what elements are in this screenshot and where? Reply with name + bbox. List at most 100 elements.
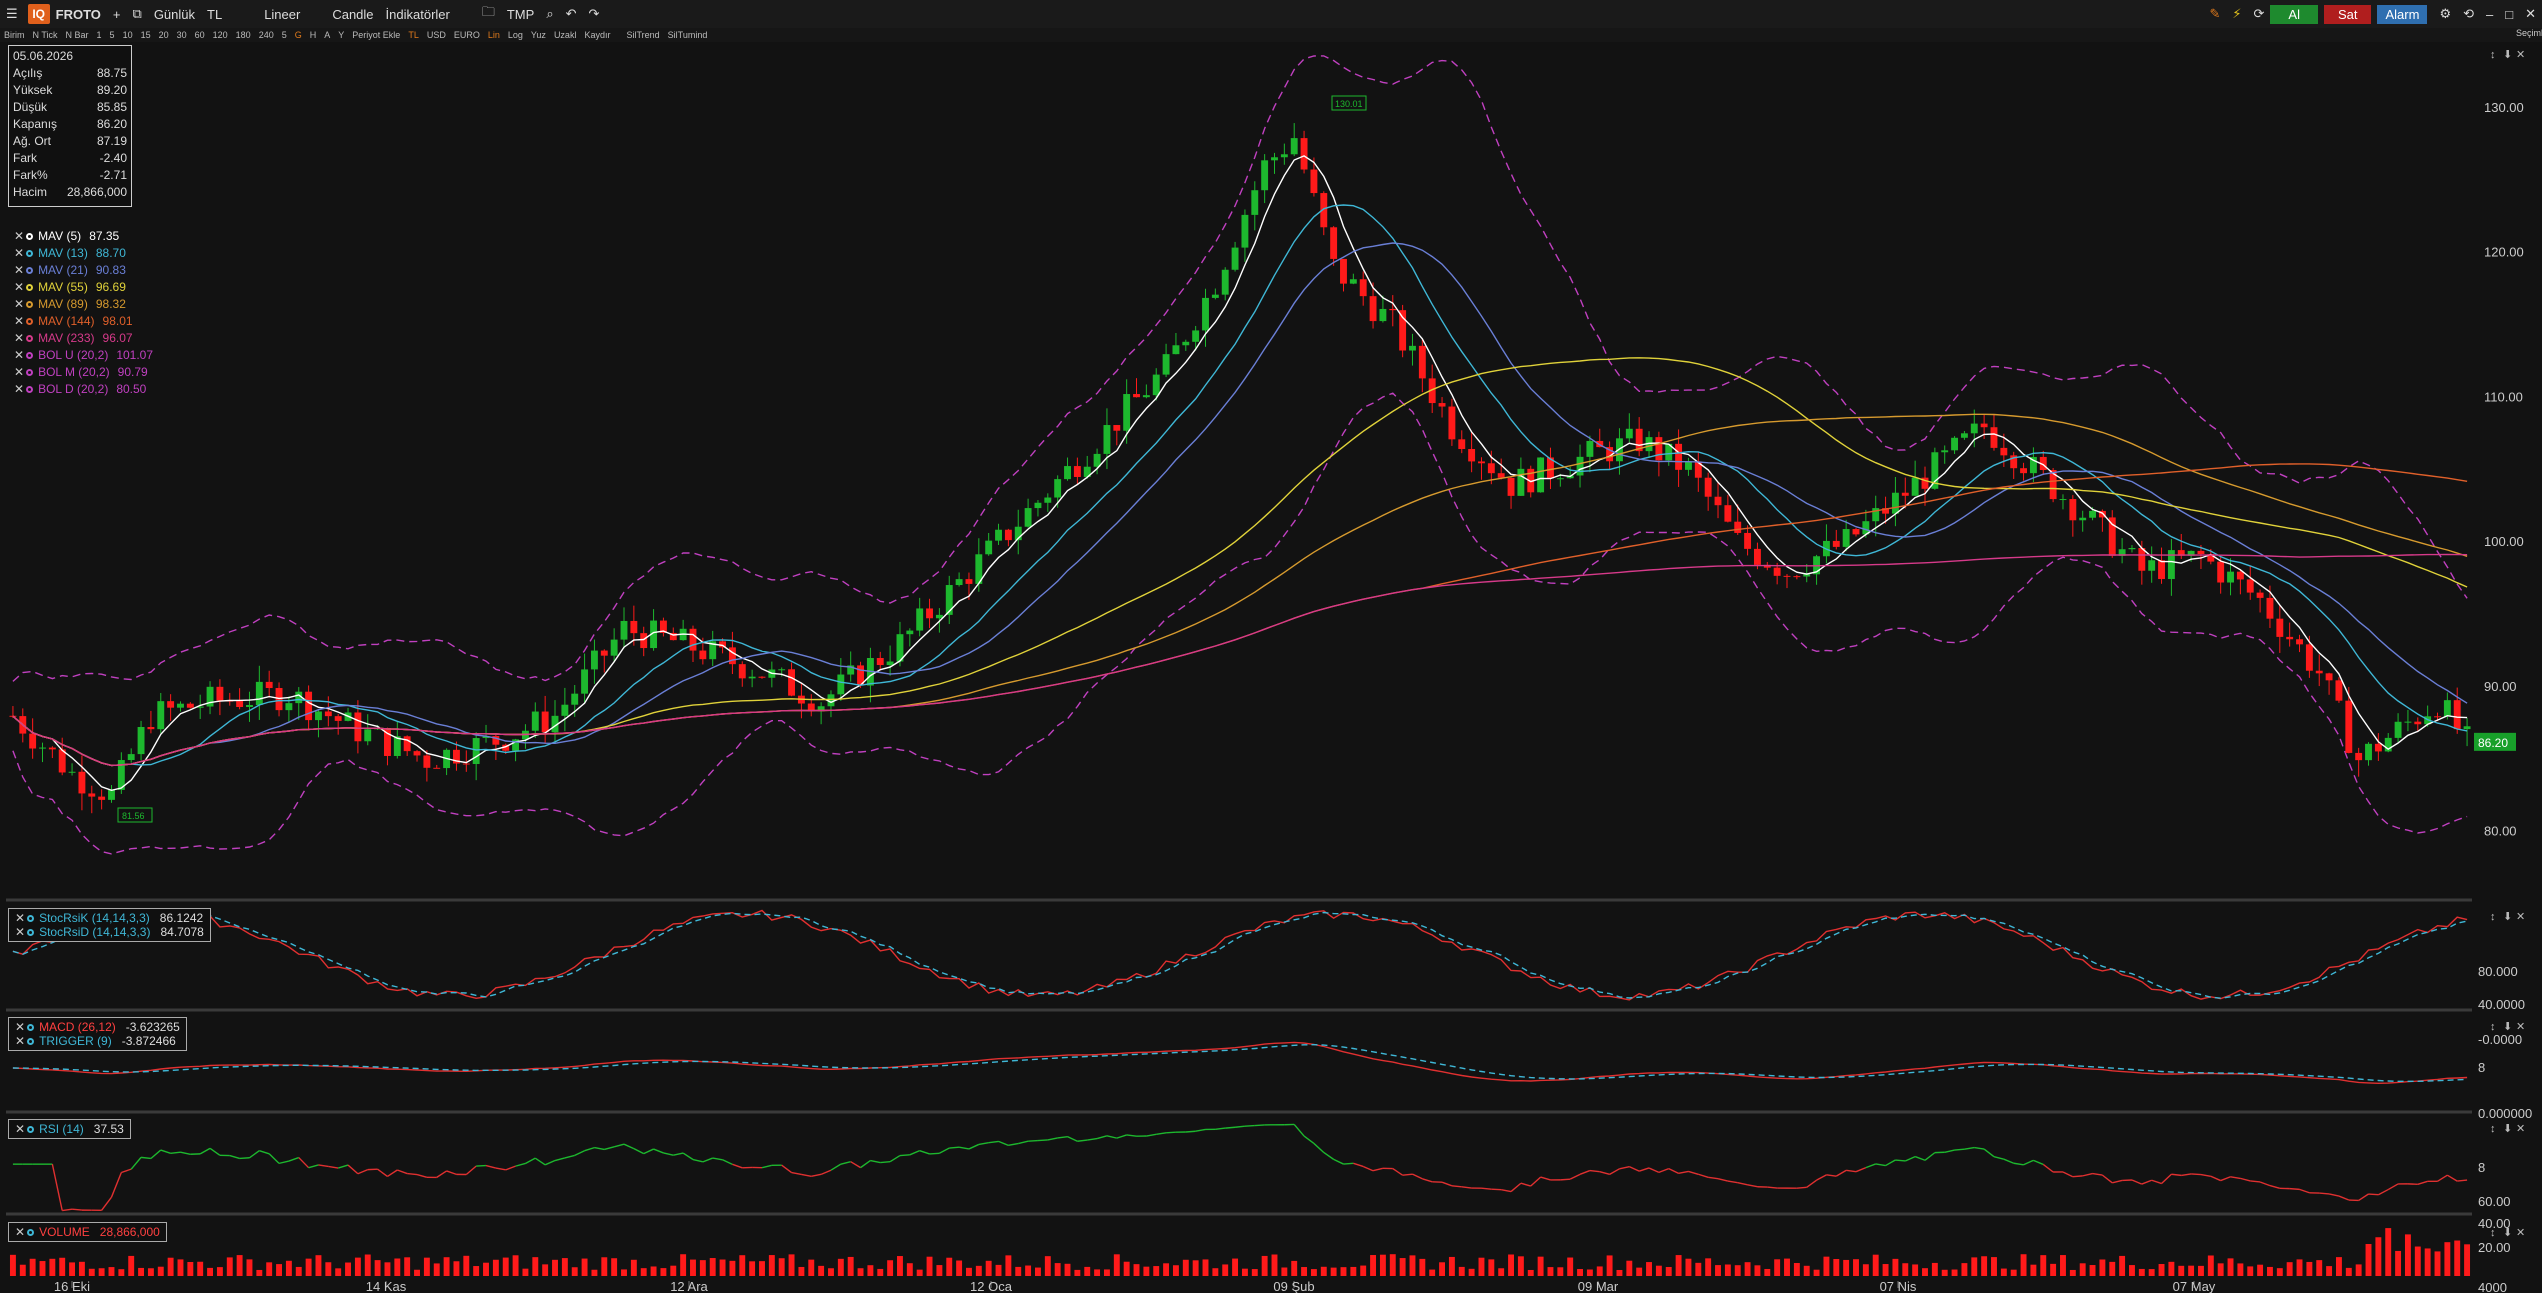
visibility-icon[interactable] — [26, 267, 34, 275]
menu-icon[interactable]: ☰ — [0, 6, 24, 22]
period-toolbar-item[interactable]: Periyot Ekle — [348, 30, 404, 40]
remove-icon[interactable]: ✕ — [14, 280, 24, 294]
period-toolbar-item[interactable]: Y — [334, 30, 348, 40]
alarm-button[interactable]: Alarm — [2377, 4, 2428, 24]
visibility-icon[interactable] — [27, 915, 35, 923]
pane-control-icon[interactable]: ✕ — [2516, 911, 2525, 923]
restore-button[interactable]: □ — [2499, 7, 2519, 22]
brush-icon[interactable]: ✎ — [2203, 6, 2226, 22]
period-toolbar-item[interactable]: Birim — [0, 30, 29, 40]
period-toolbar-item[interactable]: EURO — [450, 30, 484, 40]
period-select[interactable]: Günlük — [148, 7, 201, 22]
period-toolbar-item[interactable]: 30 — [173, 30, 191, 40]
close-button[interactable]: ✕ — [2519, 6, 2542, 22]
pane-control-icon[interactable]: ⬇ — [2503, 1021, 2512, 1033]
period-toolbar-item[interactable]: 5 — [106, 30, 119, 40]
pane-control-icon[interactable]: ⬇ — [2503, 49, 2512, 61]
period-toolbar-item[interactable]: 1 — [93, 30, 106, 40]
period-toolbar-item[interactable]: 60 — [191, 30, 209, 40]
visibility-icon[interactable] — [26, 335, 34, 343]
symbol-field[interactable]: FROTO — [50, 7, 107, 22]
period-toolbar-item[interactable]: H — [306, 30, 321, 40]
visibility-icon[interactable] — [27, 1038, 35, 1046]
add-symbol-button[interactable]: + — [107, 7, 127, 22]
remove-icon[interactable]: ✕ — [14, 297, 24, 311]
remove-icon[interactable]: ✕ — [15, 925, 25, 939]
period-toolbar-item[interactable]: 180 — [232, 30, 255, 40]
visibility-icon[interactable] — [26, 318, 34, 326]
pane-control-icon[interactable]: ↕ — [2490, 49, 2496, 61]
pane-control-icon[interactable]: ↕ — [2490, 1227, 2496, 1239]
undo-icon[interactable]: ↶ — [560, 6, 583, 22]
external-link-icon[interactable]: ⧉ — [127, 6, 148, 22]
pane-control-icon[interactable]: ↕ — [2490, 1021, 2496, 1033]
visibility-icon[interactable] — [26, 369, 34, 377]
visibility-icon[interactable] — [26, 352, 34, 360]
period-toolbar-item[interactable]: SilTrend — [622, 30, 663, 40]
remove-icon[interactable]: ✕ — [14, 314, 24, 328]
indicators-button[interactable]: İndikatörler — [380, 7, 456, 22]
visibility-icon[interactable] — [26, 250, 34, 258]
currency-select[interactable]: TL — [201, 7, 228, 22]
remove-icon[interactable]: ✕ — [14, 263, 24, 277]
period-toolbar-item[interactable]: 5 — [278, 30, 291, 40]
period-toolbar-item[interactable]: N Bar — [62, 30, 93, 40]
period-toolbar-item[interactable]: Yuz — [527, 30, 550, 40]
visibility-icon[interactable] — [26, 301, 34, 309]
period-toolbar-item[interactable]: SilTumind — [664, 30, 712, 40]
refresh-icon[interactable]: ⟲ — [2457, 6, 2480, 22]
period-toolbar-item[interactable]: 15 — [137, 30, 155, 40]
period-toolbar-item[interactable]: G — [291, 30, 306, 40]
visibility-icon[interactable] — [26, 284, 34, 292]
pane-control-icon[interactable]: ✕ — [2516, 49, 2525, 61]
remove-icon[interactable]: ✕ — [15, 1020, 25, 1034]
visibility-icon[interactable] — [27, 1126, 35, 1134]
buy-button[interactable]: Al — [2270, 4, 2318, 24]
pane-control-icon[interactable]: ✕ — [2516, 1227, 2525, 1239]
period-toolbar-item[interactable]: 240 — [255, 30, 278, 40]
remove-icon[interactable]: ✕ — [15, 911, 25, 925]
pane-control-icon[interactable]: ✕ — [2516, 1021, 2525, 1033]
scale-select[interactable]: Lineer — [258, 7, 306, 22]
pane-control-icon[interactable]: ⬇ — [2503, 1227, 2512, 1239]
gear-icon[interactable]: ⚙ — [2433, 6, 2457, 22]
remove-icon[interactable]: ✕ — [15, 1122, 25, 1136]
period-toolbar-item[interactable]: USD — [423, 30, 450, 40]
period-toolbar-item[interactable]: 10 — [119, 30, 137, 40]
pane-control-icon[interactable]: ↕ — [2490, 911, 2496, 923]
period-toolbar-item[interactable]: Log — [504, 30, 527, 40]
period-toolbar-item[interactable]: 20 — [155, 30, 173, 40]
pane-control-icon[interactable]: ✕ — [2516, 1123, 2525, 1135]
remove-icon[interactable]: ✕ — [14, 229, 24, 243]
visibility-icon[interactable] — [26, 233, 34, 241]
pane-control-icon[interactable]: ⬇ — [2503, 1123, 2512, 1135]
chart-type-select[interactable]: Candle — [326, 7, 379, 22]
minimize-button[interactable]: – — [2480, 7, 2499, 22]
visibility-icon[interactable] — [26, 386, 34, 394]
sell-button[interactable]: Sat — [2323, 4, 2372, 24]
chart-area[interactable]: 130.00 120.00 110.00 100.00 90.00 80.00 86.20 1… — [0, 44, 2542, 1293]
period-toolbar-item[interactable]: A — [320, 30, 334, 40]
visibility-icon[interactable] — [27, 929, 35, 937]
remove-icon[interactable]: ✕ — [14, 348, 24, 362]
sync-icon[interactable]: ⟳ — [2248, 6, 2271, 22]
remove-icon[interactable]: ✕ — [14, 365, 24, 379]
period-toolbar-item[interactable]: Lin — [484, 30, 504, 40]
remove-icon[interactable]: ✕ — [15, 1225, 25, 1239]
remove-icon[interactable]: ✕ — [14, 246, 24, 260]
pane-control-icon[interactable]: ⬇ — [2503, 911, 2512, 923]
visibility-icon[interactable] — [27, 1229, 35, 1237]
folder-icon[interactable]: 🗀 — [476, 3, 501, 25]
pane-control-icon[interactable]: ↕ — [2490, 1123, 2496, 1135]
remove-icon[interactable]: ✕ — [15, 1034, 25, 1048]
period-toolbar-item[interactable]: Kaydır — [580, 30, 614, 40]
period-toolbar-item[interactable]: TL — [404, 30, 423, 40]
period-toolbar-item[interactable]: Uzakl — [550, 30, 581, 40]
period-toolbar-item[interactable]: 120 — [209, 30, 232, 40]
remove-icon[interactable]: ✕ — [14, 331, 24, 345]
remove-icon[interactable]: ✕ — [14, 382, 24, 396]
visibility-icon[interactable] — [27, 1024, 35, 1032]
lightning-icon[interactable]: ⚡ — [2226, 6, 2247, 22]
period-toolbar-item[interactable]: N Tick — [29, 30, 62, 40]
template-button[interactable]: TMP — [501, 7, 540, 22]
